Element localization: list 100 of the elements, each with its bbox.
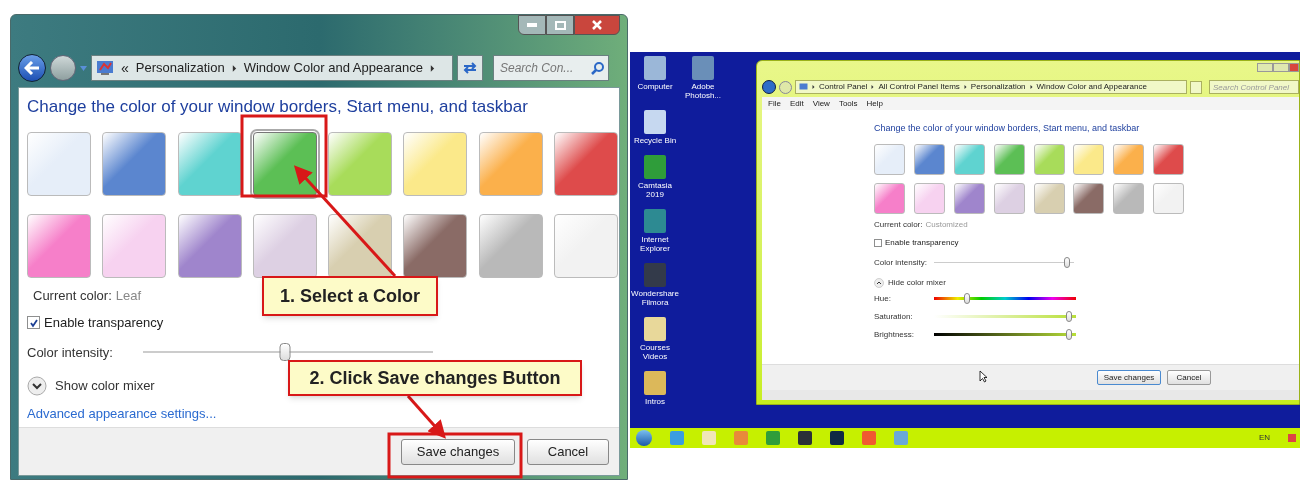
color-swatch[interactable] xyxy=(252,131,317,196)
color-swatch[interactable] xyxy=(27,213,91,278)
checkbox[interactable] xyxy=(27,316,40,330)
taskbar-app-icon[interactable] xyxy=(670,431,684,445)
taskbar-app-icon[interactable] xyxy=(830,431,844,445)
menu-item[interactable]: Tools xyxy=(838,97,858,110)
search-field[interactable]: Search Control Panel xyxy=(1209,80,1299,94)
color-swatch[interactable] xyxy=(478,131,543,196)
slider[interactable] xyxy=(934,329,1076,340)
desktop-icon[interactable] xyxy=(644,56,666,80)
breadcrumb-item[interactable]: Personalization xyxy=(970,81,1026,93)
color-swatch[interactable] xyxy=(913,143,945,175)
color-swatch[interactable] xyxy=(874,143,905,175)
address-bar[interactable]: « Personalization Window Color and Appearance xyxy=(91,55,453,81)
address-bar[interactable]: Control Panel All Control Panel Items Personalization Window Color and Appearance xyxy=(795,80,1187,94)
color-swatch[interactable] xyxy=(328,213,392,278)
start-button[interactable] xyxy=(636,430,652,446)
breadcrumb-item[interactable]: Control Panel xyxy=(819,81,868,93)
forward-button[interactable] xyxy=(50,55,76,81)
desktop-icon-label[interactable]: Camtasia 2019 xyxy=(632,181,678,199)
desktop-icon-label[interactable]: Intros xyxy=(645,397,665,406)
mixer-toggle-label[interactable]: Show color mixer xyxy=(55,376,155,396)
expand-icon[interactable] xyxy=(27,376,47,396)
color-swatch[interactable] xyxy=(478,213,543,278)
breadcrumb-overflow[interactable]: « xyxy=(121,57,129,79)
color-swatch[interactable] xyxy=(993,143,1025,175)
color-swatch[interactable] xyxy=(1073,143,1105,175)
desktop-icon-label[interactable]: Courses Videos xyxy=(632,343,678,361)
menu-item[interactable]: View xyxy=(812,97,830,110)
breadcrumb-item[interactable]: All Control Panel Items xyxy=(878,81,960,93)
desktop-icon[interactable] xyxy=(644,371,666,395)
color-swatch[interactable] xyxy=(1153,182,1185,214)
back-button[interactable] xyxy=(18,54,46,82)
desktop-icon[interactable] xyxy=(644,209,666,233)
desktop-icon-label[interactable]: Recycle Bin xyxy=(633,136,677,145)
minimize-button[interactable] xyxy=(518,15,546,35)
desktop-icon[interactable] xyxy=(644,110,666,134)
color-swatch[interactable] xyxy=(1033,143,1065,175)
slider[interactable] xyxy=(934,293,1076,304)
breadcrumb-item[interactable]: Personalization xyxy=(135,58,225,78)
taskbar-app-icon[interactable] xyxy=(798,431,812,445)
color-swatch[interactable] xyxy=(1033,182,1065,214)
language-indicator[interactable]: EN xyxy=(1258,432,1270,444)
color-swatch[interactable] xyxy=(1113,182,1145,214)
back-button[interactable] xyxy=(762,80,776,94)
slider-thumb[interactable] xyxy=(279,343,291,362)
color-swatch[interactable] xyxy=(553,131,618,196)
save-changes-button[interactable]: Save changes xyxy=(401,438,515,465)
desktop-icon[interactable] xyxy=(644,155,666,179)
cancel-button[interactable]: Cancel xyxy=(1167,370,1211,385)
slider-thumb[interactable] xyxy=(1066,311,1073,322)
breadcrumb-item[interactable]: Window Color and Appearance xyxy=(243,58,423,78)
color-swatch[interactable] xyxy=(102,213,167,278)
taskbar-app-icon[interactable] xyxy=(894,431,908,445)
refresh-button[interactable] xyxy=(457,55,483,81)
color-swatch[interactable] xyxy=(1073,182,1105,214)
color-swatch[interactable] xyxy=(177,213,242,278)
taskbar-app-icon[interactable] xyxy=(766,431,780,445)
mixer-toggle-label[interactable]: Hide color mixer xyxy=(888,276,946,289)
save-changes-button[interactable]: Save changes xyxy=(1097,370,1161,385)
color-swatch[interactable] xyxy=(252,213,317,278)
desktop-icon-label[interactable]: Wondershare Filmora xyxy=(631,289,679,307)
color-swatch[interactable] xyxy=(403,213,468,278)
slider-thumb[interactable] xyxy=(1066,329,1073,340)
taskbar-app-icon[interactable] xyxy=(862,431,876,445)
color-swatch[interactable] xyxy=(553,213,618,278)
desktop-icon-label[interactable]: Adobe Photosh... xyxy=(680,82,726,100)
menu-item[interactable]: Edit xyxy=(789,97,804,110)
menu-item[interactable]: File xyxy=(768,97,781,110)
refresh-button[interactable] xyxy=(1190,80,1202,94)
slider[interactable] xyxy=(934,257,1074,268)
checkbox[interactable] xyxy=(874,238,882,247)
maximize-button[interactable] xyxy=(546,15,574,35)
color-swatch[interactable] xyxy=(177,131,242,196)
menu-item[interactable]: Help xyxy=(866,97,884,110)
color-swatch[interactable] xyxy=(874,182,905,214)
advanced-settings-link[interactable]: Advanced appearance settings... xyxy=(27,404,217,424)
close-button[interactable] xyxy=(574,15,620,35)
desktop-icon[interactable] xyxy=(644,317,666,341)
slider[interactable] xyxy=(934,311,1076,322)
desktop-icon[interactable] xyxy=(692,56,714,80)
color-swatch[interactable] xyxy=(993,182,1025,214)
cancel-button[interactable]: Cancel xyxy=(527,438,609,465)
desktop-icon-label[interactable]: Computer xyxy=(637,82,673,91)
collapse-icon[interactable] xyxy=(874,277,884,288)
slider-thumb[interactable] xyxy=(964,293,971,304)
color-swatch[interactable] xyxy=(913,182,945,214)
checkbox-label[interactable]: Enable transparency xyxy=(885,236,959,249)
color-swatch[interactable] xyxy=(1113,143,1145,175)
color-swatch[interactable] xyxy=(102,131,167,196)
color-swatch[interactable] xyxy=(328,131,392,196)
color-swatch[interactable] xyxy=(27,131,91,196)
slider-thumb[interactable] xyxy=(1064,257,1071,268)
checkbox-label[interactable]: Enable transparency xyxy=(44,313,164,333)
desktop-icon-label[interactable]: Internet Explorer xyxy=(632,235,678,253)
color-swatch[interactable] xyxy=(403,131,468,196)
breadcrumb-item[interactable]: Window Color and Appearance xyxy=(1036,81,1147,93)
color-swatch[interactable] xyxy=(1153,143,1185,175)
taskbar-app-icon[interactable] xyxy=(734,431,748,445)
dropdown-caret-icon[interactable] xyxy=(80,65,87,71)
